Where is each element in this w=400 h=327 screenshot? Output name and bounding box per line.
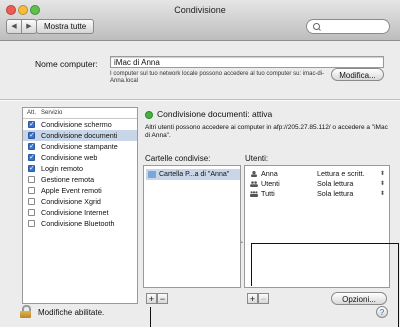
service-checkbox[interactable] [28,187,35,194]
user-name: Tutti [261,189,275,198]
lock-status-text: Modifiche abilitate. [38,308,105,317]
add-folder-button[interactable]: + [146,293,157,304]
callout-line [150,307,151,327]
users-list[interactable]: Anna Lettura e scritt. ⬍ Utenti Sola let… [244,165,390,288]
title-bar: Condivisione ◀ ▶ Mostra tutte [0,0,400,41]
single-user-icon [251,171,257,177]
computer-name-label: Nome computer: [35,59,98,69]
service-checkbox[interactable] [28,121,35,128]
status-description: Altri utenti possono accedere ai compute… [145,124,388,139]
service-label: Condivisione Internet [41,208,109,217]
services-list[interactable]: Att. Servizio Condivisione schermo Condi… [22,107,138,304]
remove-user-button[interactable]: − [258,293,269,304]
service-row-bluetooth-sharing[interactable]: Condivisione Bluetooth [23,218,137,229]
service-row-xgrid-sharing[interactable]: Condivisione Xgrid [23,196,137,207]
user-row[interactable]: Tutti Sola lettura ⬍ [247,189,387,199]
group-icon [250,181,258,187]
services-list-header: Att. Servizio [23,108,137,119]
chevron-left-icon: ◀ [11,23,17,30]
everyone-icon [250,191,258,197]
service-checkbox[interactable] [28,165,35,172]
service-checkbox[interactable] [28,209,35,216]
service-row-screen-sharing[interactable]: Condivisione schermo [23,119,137,130]
user-row[interactable]: Anna Lettura e scritt. ⬍ [247,169,387,179]
user-name: Anna [261,169,278,178]
service-label: Gestione remota [41,175,95,184]
service-checkbox[interactable] [28,220,35,227]
search-field[interactable] [306,19,390,34]
status-indicator-icon [145,111,153,119]
help-button[interactable]: ? [376,306,388,318]
user-permission-popup[interactable]: Sola lettura [317,179,353,189]
remove-folder-button[interactable]: − [157,293,168,304]
computer-address-note: I computer sul tuo network locale posson… [110,71,325,84]
lock-icon[interactable] [20,305,31,318]
shared-folder-item[interactable]: Cartella P...a di "Anna" [146,169,240,180]
user-permission-popup[interactable]: Lettura e scritt. [317,169,365,179]
service-label: Condivisione stampante [41,142,118,151]
service-label: Login remoto [41,164,83,173]
service-row-printer-sharing[interactable]: Condivisione stampante [23,141,137,152]
header-service: Servizio [41,110,63,116]
service-checkbox[interactable] [28,143,35,150]
updown-arrows-icon: ⬍ [380,171,386,177]
section-divider [0,99,400,101]
service-label: Condivisione web [41,153,98,162]
user-row[interactable]: Utenti Sola lettura ⬍ [247,179,387,189]
users-label: Utenti: [245,154,269,163]
service-row-remote-login[interactable]: Login remoto [23,163,137,174]
modify-button[interactable]: Modifica... [331,68,384,81]
computer-name-input[interactable]: iMac di Anna [110,56,384,68]
options-button[interactable]: Opzioni... [331,292,387,305]
service-row-web-sharing[interactable]: Condivisione web [23,152,137,163]
shared-folders-label: Cartelle condivise: [145,154,211,163]
show-all-button[interactable]: Mostra tutte [36,19,95,34]
service-checkbox[interactable] [28,198,35,205]
callout-line [251,243,398,244]
service-row-file-sharing[interactable]: Condivisione documenti [23,130,137,141]
shared-folder-name: Cartella P...a di "Anna" [159,171,230,178]
user-name: Utenti [261,179,280,188]
user-permission-popup[interactable]: Sola lettura [317,189,353,199]
forward-button[interactable]: ▶ [21,19,37,34]
service-row-internet-sharing[interactable]: Condivisione Internet [23,207,137,218]
add-user-button[interactable]: + [247,293,258,304]
service-label: Condivisione documenti [41,131,118,140]
service-row-remote-apple-events[interactable]: Apple Event remoti [23,185,137,196]
back-button[interactable]: ◀ [6,19,22,34]
service-checkbox[interactable] [28,176,35,183]
sharing-window: Condivisione ◀ ▶ Mostra tutte Nome compu… [0,0,400,327]
service-checkbox[interactable] [28,154,35,161]
updown-arrows-icon: ⬍ [380,191,386,197]
header-on: Att. [27,110,37,116]
shared-folders-list[interactable]: Cartella P...a di "Anna" [143,165,241,288]
service-checkbox[interactable] [28,132,35,139]
folder-icon [148,171,156,178]
service-label: Apple Event remoti [41,186,102,195]
callout-line [251,243,252,286]
service-label: Condivisione Xgrid [41,197,101,206]
status-text: Condivisione documenti: attiva [157,109,273,119]
window-title: Condivisione [174,5,226,15]
splitter-handle-icon[interactable]: • [241,240,243,246]
service-label: Condivisione schermo [41,120,112,129]
updown-arrows-icon: ⬍ [380,181,386,187]
callout-line [398,243,399,327]
chevron-right-icon: ▶ [26,23,32,30]
service-label: Condivisione Bluetooth [41,219,115,228]
service-row-remote-management[interactable]: Gestione remota [23,174,137,185]
